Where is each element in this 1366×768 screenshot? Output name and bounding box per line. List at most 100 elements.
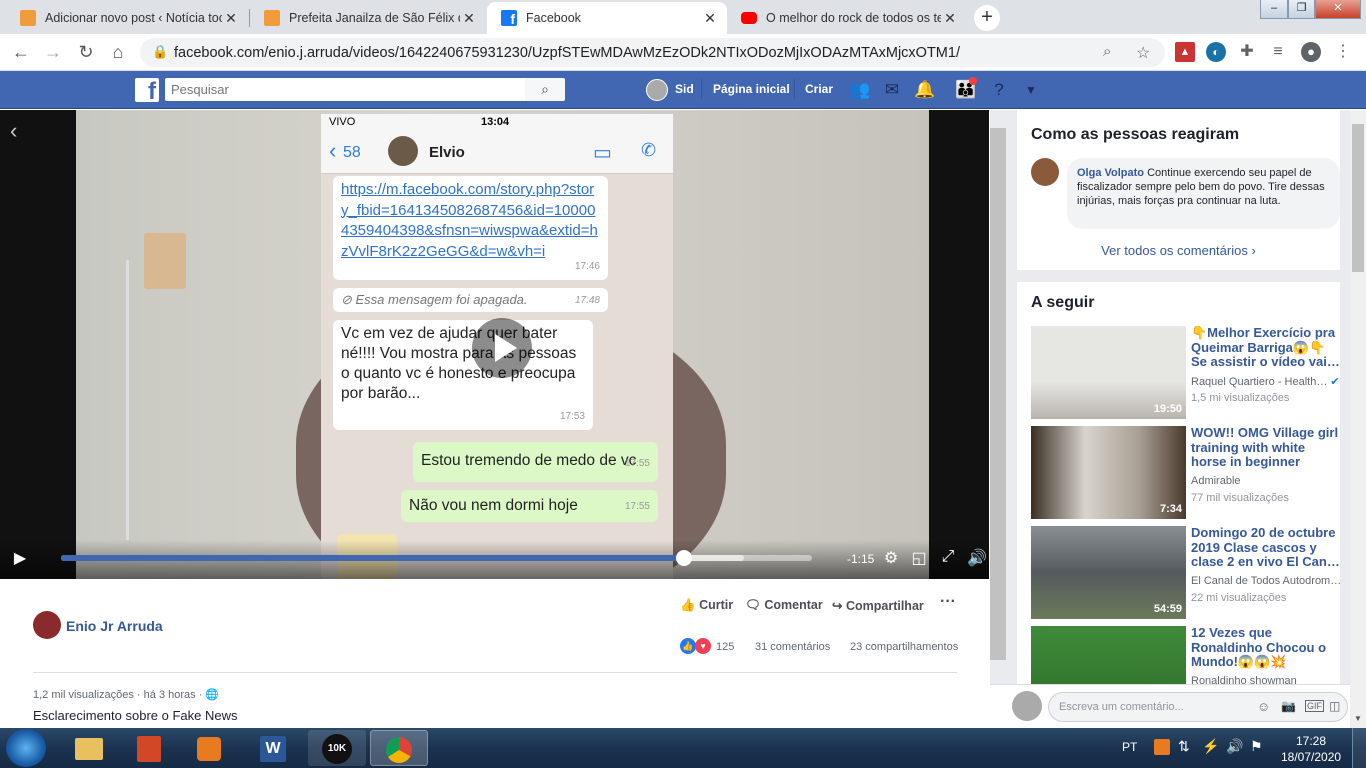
reading-list-icon[interactable]: ≡ (1268, 42, 1288, 62)
clock-time[interactable]: 17:28 (1296, 734, 1326, 748)
video-title[interactable]: WOW!! OMG Village girl training with whi… (1191, 425, 1340, 470)
forward-arrow-icon[interactable]: → (41, 40, 65, 64)
friends-icon[interactable]: 👥 (849, 79, 871, 101)
scrollbar[interactable]: ▼ (1350, 110, 1366, 728)
scroll-down-arrow-icon[interactable]: ▼ (1352, 714, 1364, 726)
browser-tab-3[interactable]: f Facebook ✕ (487, 2, 727, 34)
extension-icon[interactable]: ◐ (1206, 42, 1226, 62)
language-indicator[interactable]: PT (1122, 740, 1137, 754)
network-icon[interactable]: ⇅ (1178, 738, 1190, 755)
channel-name[interactable]: Ronaldinho showman (1191, 675, 1340, 684)
like-button[interactable]: 👍 Curtir (680, 598, 733, 613)
channel-name[interactable]: El Canal de Todos Autodrom… (1191, 575, 1340, 587)
author-name[interactable]: Enio Jr Arruda (66, 618, 163, 634)
word-icon[interactable]: W (244, 730, 302, 766)
channel-name[interactable]: Raquel Quartiero - Health… ✔ (1191, 375, 1340, 388)
media-player-icon[interactable] (180, 730, 238, 766)
reaction-count[interactable]: 125 (716, 641, 734, 653)
help-icon[interactable]: ? (988, 79, 1010, 101)
bookmark-star-icon[interactable]: ☆ (1136, 43, 1150, 63)
play-button[interactable] (472, 318, 532, 378)
browser-tab-4[interactable]: O melhor do rock de todos os te ✕ (727, 2, 967, 34)
home-icon[interactable]: ⌂ (106, 40, 130, 64)
video-suggestion[interactable]: 19:50 👇Melhor Exercício pra Queimar Barr… (1031, 325, 1340, 421)
see-all-comments-link[interactable]: Ver todos os comentários › (1017, 243, 1340, 258)
picture-in-picture-icon[interactable]: ◱ (908, 548, 930, 568)
powerpoint-icon[interactable] (120, 730, 178, 766)
comments-count[interactable]: 31 comentários (755, 641, 830, 653)
clock-date[interactable]: 18/07/2020 (1281, 750, 1341, 764)
video-title[interactable]: 👇Melhor Exercício pra Queimar Barriga😱👇 … (1191, 325, 1340, 370)
settings-gear-icon[interactable]: ⚙ (880, 548, 902, 568)
volume-icon[interactable]: 🔊 (1226, 738, 1243, 755)
browser-tab-2[interactable]: Prefeita Janailza de São Félix do / ✕ (250, 2, 486, 34)
comment-button[interactable]: 🗨 Comentar (745, 598, 823, 613)
reload-icon[interactable]: ↻ (74, 40, 98, 64)
more-options-icon[interactable]: ··· (940, 593, 956, 611)
power-icon[interactable]: ⚡ (1202, 738, 1219, 755)
video-suggestion[interactable]: 54:59 Domingo 20 de octubre 2019 Clase c… (1031, 525, 1340, 621)
post-time[interactable]: há 3 horas (144, 689, 196, 701)
video-thumbnail[interactable]: 19:50 (1031, 326, 1186, 419)
sticker-icon[interactable]: ◫ (1329, 699, 1340, 713)
start-button[interactable] (6, 729, 46, 767)
messenger-icon[interactable]: ✉ (881, 79, 903, 101)
gif-icon[interactable]: GIF (1305, 700, 1324, 712)
zoom-search-icon[interactable]: ⌕ (1103, 43, 1111, 60)
volume-icon[interactable]: 🔊 (966, 548, 988, 568)
menu-dots-icon[interactable]: ⋮ (1333, 42, 1353, 62)
facebook-logo-icon[interactable]: f (135, 78, 159, 102)
account-menu-chevron-down-icon[interactable]: ▼ (1020, 79, 1042, 101)
tray-app-icon[interactable] (1154, 739, 1170, 755)
close-window-button[interactable]: ✕ (1315, 0, 1361, 19)
video-panel-scrollbar-thumb[interactable] (990, 128, 1006, 660)
video-thumbnail[interactable] (1031, 626, 1186, 684)
video-title[interactable]: 12 Vezes que Ronaldinho Chocou o Mundo!😱… (1191, 625, 1340, 670)
video-player[interactable]: ‹ VIVO 13:04 ‹ 58 Elvio ▭ ✆ https://m.fa… (0, 110, 989, 579)
avatar[interactable] (33, 611, 61, 639)
close-icon[interactable]: ✕ (222, 10, 240, 27)
camera-icon[interactable]: 📷 (1281, 699, 1296, 713)
share-button[interactable]: ↪ Compartilhar (832, 598, 924, 613)
shares-count[interactable]: 23 compartilhamentos (850, 641, 958, 653)
back-arrow-icon[interactable]: ← (9, 40, 33, 64)
search-input[interactable] (165, 78, 525, 101)
create-link[interactable]: Criar (805, 82, 833, 96)
puzzle-icon[interactable]: ✚ (1237, 42, 1257, 62)
emoji-icon[interactable]: ☺ (1257, 699, 1270, 714)
browser-tab-1[interactable]: Adicionar novo post ‹ Notícia toc ✕ (6, 2, 248, 34)
new-tab-button[interactable]: + (974, 5, 1000, 31)
pdf-extension-icon[interactable]: ▲ (1175, 42, 1195, 62)
app-10k-icon[interactable]: 10K (308, 730, 366, 766)
profile-icon[interactable]: ● (1301, 42, 1321, 62)
avatar[interactable] (1031, 158, 1059, 186)
fullscreen-icon[interactable]: ⤢ (937, 548, 959, 566)
home-link[interactable]: Página inicial (713, 82, 790, 96)
video-suggestion[interactable]: 12 Vezes que Ronaldinho Chocou o Mundo!😱… (1031, 625, 1340, 684)
scrollbar-thumb[interactable] (1352, 124, 1364, 272)
close-icon[interactable]: ✕ (701, 10, 719, 27)
show-desktop-button[interactable] (1352, 728, 1366, 768)
video-thumbnail[interactable]: 7:34 (1031, 426, 1186, 519)
flag-icon[interactable]: ⚑ (1250, 738, 1263, 755)
video-thumbnail[interactable]: 54:59 (1031, 526, 1186, 619)
comment-input[interactable]: Escreva um comentário... ☺ 📷 GIF ◫ (1048, 692, 1348, 722)
file-explorer-icon[interactable] (60, 730, 118, 766)
progress-bar[interactable] (61, 550, 812, 566)
back-chevron-icon[interactable]: ‹ (10, 118, 17, 144)
scrubber-handle[interactable] (676, 550, 693, 566)
close-icon[interactable]: ✕ (941, 10, 959, 27)
maximize-button[interactable]: ❐ (1288, 0, 1315, 19)
video-title[interactable]: Domingo 20 de octubre 2019 Clase cascos … (1191, 525, 1340, 570)
address-bar[interactable]: 🔒 facebook.com/enio.j.arruda/videos/1642… (140, 38, 1165, 67)
avatar[interactable] (646, 79, 668, 101)
notifications-bell-icon[interactable]: 🔔 (914, 79, 936, 101)
play-icon[interactable]: ▶ (9, 548, 31, 568)
channel-name[interactable]: Admirable (1191, 475, 1340, 487)
search-icon[interactable]: ⌕ (525, 78, 565, 101)
comment-author[interactable]: Olga Volpato (1077, 167, 1144, 179)
chrome-icon[interactable] (370, 730, 428, 766)
video-suggestion[interactable]: 7:34 WOW!! OMG Village girl training wit… (1031, 425, 1340, 521)
minimize-button[interactable]: – (1260, 0, 1288, 19)
profile-link[interactable]: Sid (675, 82, 694, 96)
